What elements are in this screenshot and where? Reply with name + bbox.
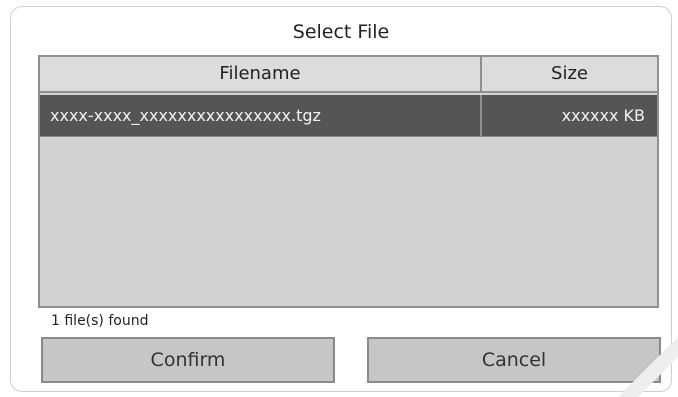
column-header-filename[interactable]: Filename bbox=[40, 57, 482, 91]
dialog-title: Select File bbox=[292, 21, 390, 43]
table-header: Filename Size bbox=[40, 57, 657, 93]
file-name-cell: xxxx-xxxx_xxxxxxxxxxxxxxxx.tgz bbox=[40, 95, 482, 136]
column-header-size[interactable]: Size bbox=[482, 57, 657, 91]
file-table[interactable]: Filename Size xxxx-xxxx_xxxxxxxxxxxxxxxx… bbox=[38, 55, 659, 308]
confirm-button[interactable]: Confirm bbox=[41, 337, 335, 383]
table-row[interactable]: xxxx-xxxx_xxxxxxxxxxxxxxxx.tgz xxxxxx KB bbox=[40, 95, 657, 137]
file-count-status: 1 file(s) found bbox=[51, 313, 149, 329]
select-file-dialog: Select File Filename Size xxxx-xxxx_xxxx… bbox=[10, 6, 672, 392]
file-size-cell: xxxxxx KB bbox=[561, 106, 645, 125]
cancel-button[interactable]: Cancel bbox=[367, 337, 661, 383]
